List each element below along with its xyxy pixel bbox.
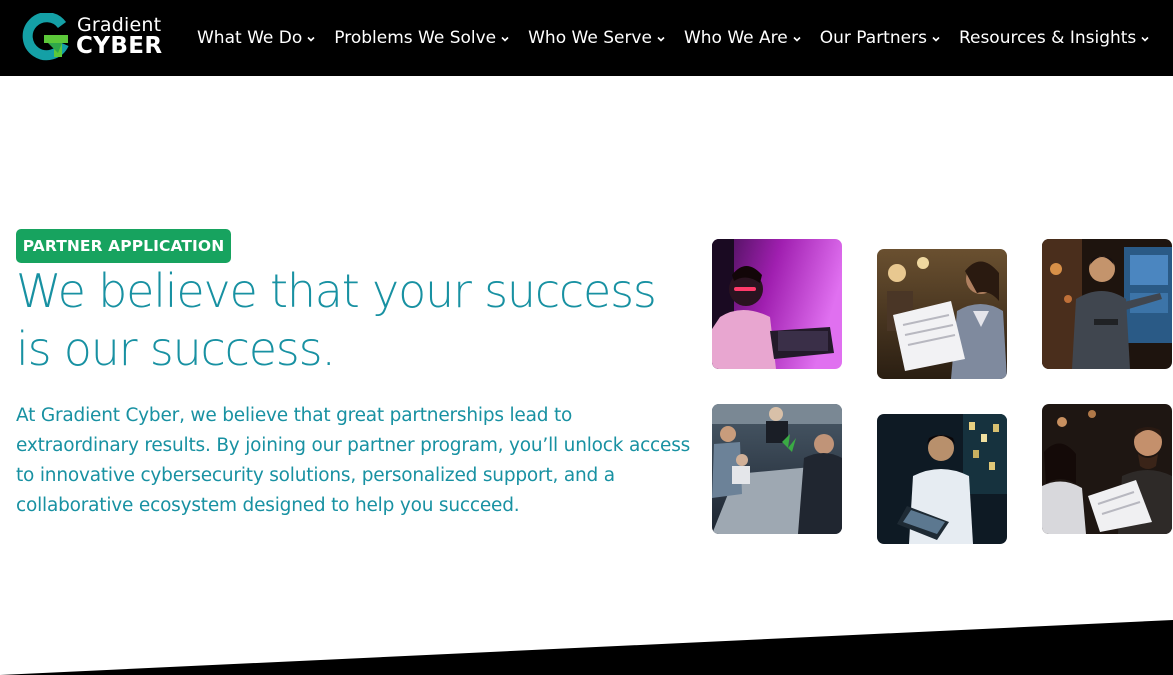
site-header: Gradient CYBER What We Do Problems We So…: [0, 0, 1173, 76]
gradient-g-logo-icon: [22, 13, 69, 61]
nav-item-label: Our Partners: [819, 28, 927, 48]
hero-description: At Gradient Cyber, we believe that great…: [16, 405, 691, 516]
partner-application-badge: PARTNER APPLICATION: [16, 229, 231, 263]
chevron-down-icon: [307, 36, 315, 42]
nav-item-label: What We Do: [197, 28, 303, 48]
chevron-down-icon: [793, 36, 801, 42]
gradient-cyber-logo[interactable]: Gradient CYBER: [22, 13, 162, 61]
chevron-down-icon: [932, 36, 940, 42]
chevron-down-icon: [501, 36, 509, 42]
nav-item-label: Problems We Solve: [334, 28, 497, 48]
photo-woman-reading-document: [877, 249, 1007, 379]
hero-headline-line-1: We believe that your success: [16, 264, 657, 318]
nav-item-label: Who We Are: [683, 28, 788, 48]
logo-text-cyber: CYBER: [76, 33, 163, 59]
footer-slanted-divider: [0, 620, 1173, 675]
nav-item-problems-we-solve[interactable]: Problems We Solve: [334, 28, 510, 48]
hero-headline: We believe that your success is our succ…: [16, 262, 696, 378]
photo-man-presenting-screen: [1042, 239, 1172, 369]
nav-item-label: Who We Serve: [528, 28, 652, 48]
chevron-down-icon: [657, 36, 665, 42]
nav-item-our-partners[interactable]: Our Partners: [820, 28, 941, 48]
nav-item-resources-insights[interactable]: Resources & Insights: [959, 28, 1150, 48]
nav-item-label: Resources & Insights: [958, 28, 1137, 48]
nav-item-what-we-do[interactable]: What We Do: [197, 28, 316, 48]
photo-team-reviewing-papers: [1042, 404, 1172, 534]
photo-developer-neon-light: [712, 239, 842, 369]
main-nav: What We Do Problems We Solve Who We Serv…: [197, 0, 1150, 76]
nav-item-who-we-serve[interactable]: Who We Serve: [528, 28, 666, 48]
nav-item-who-we-are[interactable]: Who We Are: [684, 28, 802, 48]
chevron-down-icon: [1141, 36, 1149, 42]
photo-man-with-tablet-night: [877, 414, 1007, 544]
photo-business-meeting: [712, 404, 842, 534]
hero-headline-line-2: is our success.: [16, 322, 336, 376]
